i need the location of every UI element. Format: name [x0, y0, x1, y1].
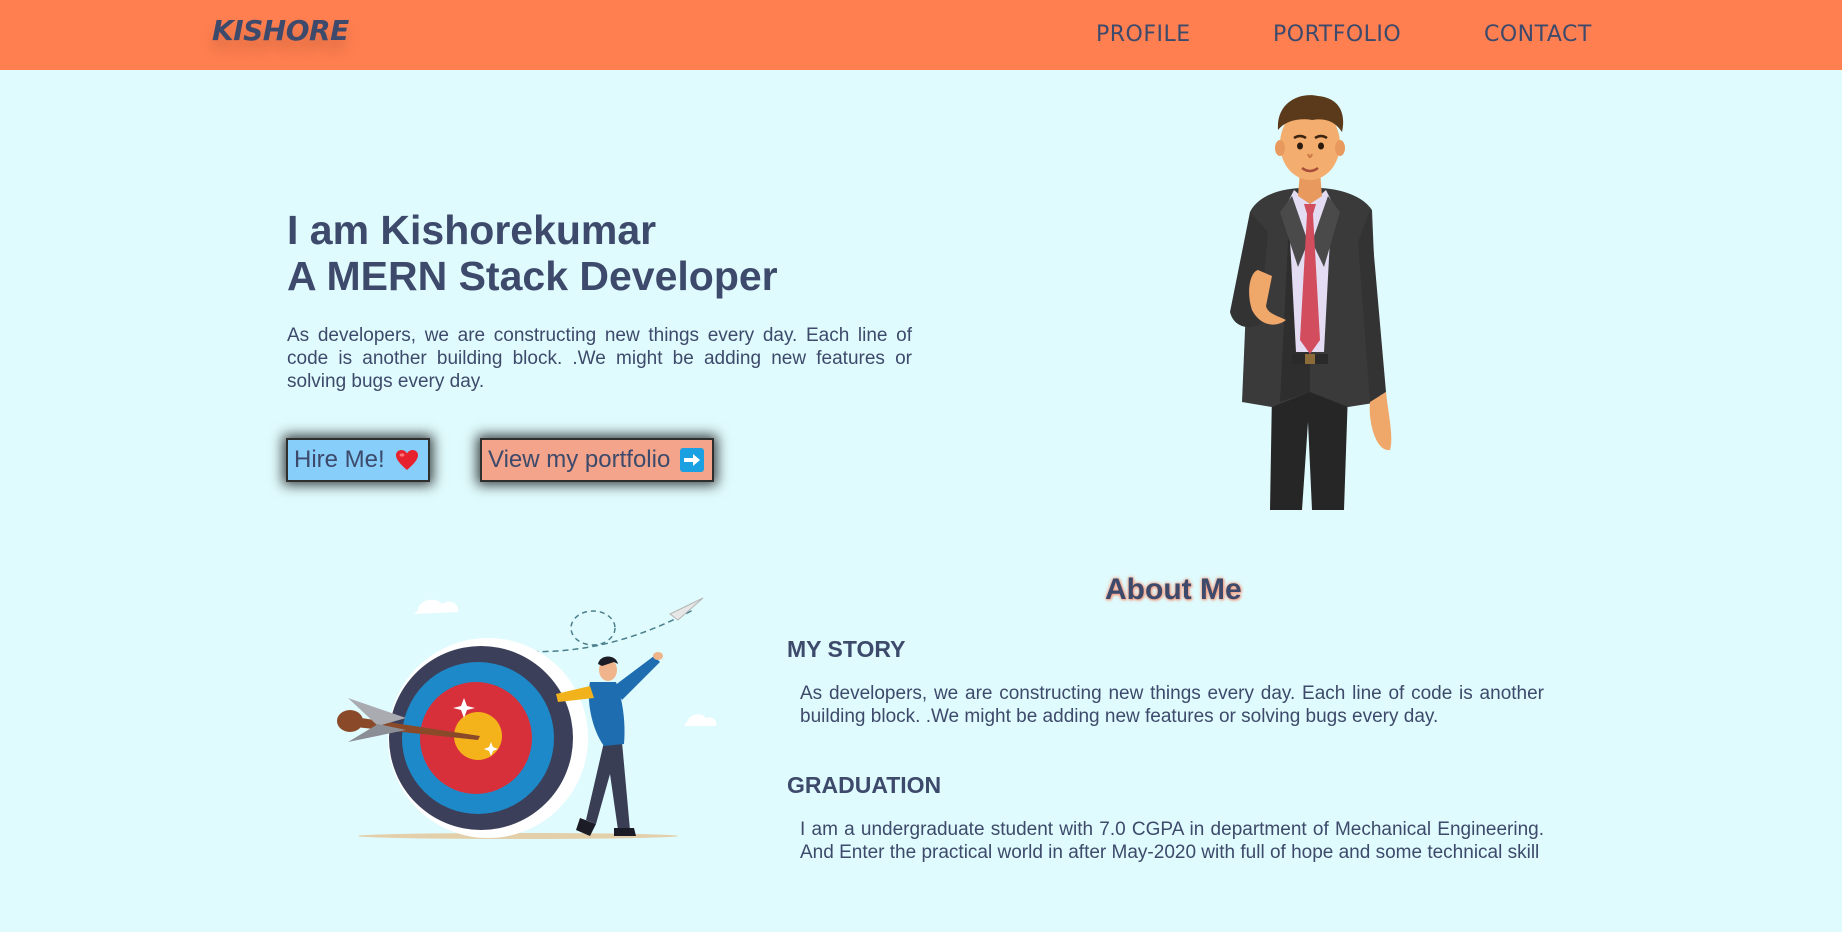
- nav-link-contact[interactable]: CONTACT: [1484, 22, 1592, 47]
- navbar: KISHORE PROFILE PORTFOLIO CONTACT: [0, 0, 1842, 70]
- graduation-text: I am a undergraduate student with 7.0 CG…: [800, 819, 1544, 863]
- hero-title-line2: A MERN Stack Developer: [287, 253, 778, 299]
- hire-me-button[interactable]: Hire Me!: [286, 438, 430, 482]
- brand-logo[interactable]: KISHORE: [212, 14, 349, 47]
- my-story-text: As developers, we are constructing new t…: [800, 683, 1544, 727]
- hero-title: I am Kishorekumar A MERN Stack Developer: [287, 207, 778, 299]
- nav-link-portfolio[interactable]: PORTFOLIO: [1273, 22, 1401, 47]
- heart-icon: [395, 449, 419, 471]
- right-arrow-icon: [680, 448, 705, 472]
- graduation-heading: GRADUATION: [787, 772, 942, 798]
- my-story-heading: MY STORY: [787, 636, 906, 662]
- hero-title-line1: I am Kishorekumar: [287, 207, 657, 253]
- hire-me-label: Hire Me!: [294, 446, 385, 473]
- hero-description: As developers, we are constructing new t…: [287, 325, 912, 392]
- view-portfolio-button[interactable]: View my portfolio: [480, 438, 714, 482]
- about-title: About Me: [1105, 573, 1242, 606]
- view-portfolio-label: View my portfolio: [488, 446, 671, 473]
- target-archery-illustration: [318, 590, 738, 855]
- businessman-illustration: [1220, 92, 1400, 517]
- nav-link-profile[interactable]: PROFILE: [1096, 22, 1191, 47]
